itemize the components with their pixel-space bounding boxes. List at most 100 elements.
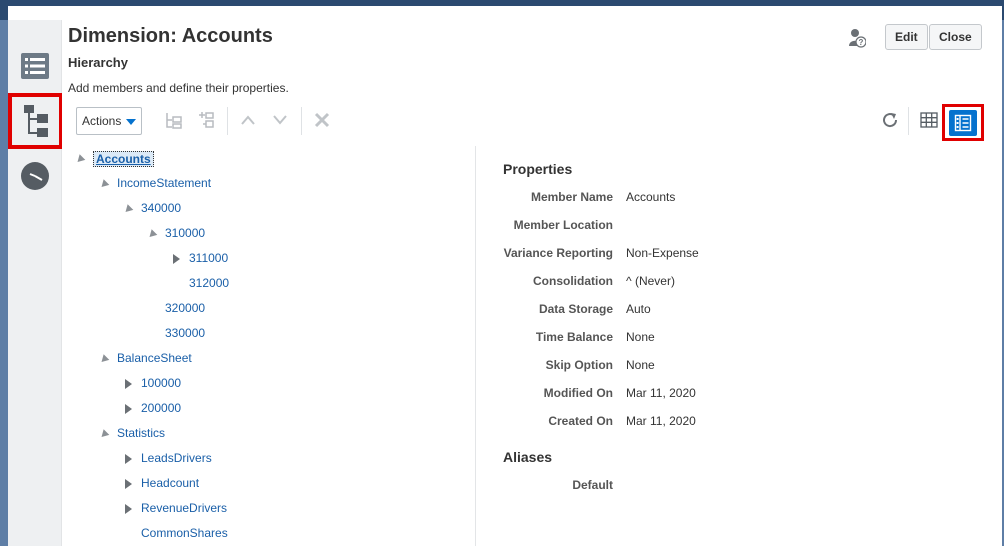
add-child-icon bbox=[166, 113, 182, 129]
tree-node[interactable]: 330000 bbox=[148, 325, 448, 343]
page-description: Add members and define their properties. bbox=[68, 81, 289, 95]
chevron-up-icon bbox=[241, 115, 255, 125]
tree-node[interactable]: 311000 bbox=[172, 250, 472, 268]
hierarchy-toolbar: Actions bbox=[62, 104, 1002, 141]
user-help-button[interactable]: ? bbox=[848, 28, 867, 48]
property-value: Mar 11, 2020 bbox=[626, 386, 696, 400]
expanded-triangle-icon[interactable] bbox=[98, 429, 110, 440]
aliases-heading: Aliases bbox=[503, 449, 553, 465]
tree-node-label[interactable]: 320000 bbox=[165, 301, 205, 315]
tree-node-label[interactable]: 340000 bbox=[141, 201, 181, 215]
panel-divider bbox=[475, 146, 476, 546]
tree-node[interactable]: 310000 bbox=[146, 225, 448, 243]
grid-icon bbox=[920, 112, 938, 128]
properties-heading: Properties bbox=[503, 161, 573, 177]
property-label: Member Name bbox=[530, 190, 613, 204]
move-up-button[interactable] bbox=[237, 109, 259, 131]
delete-x-icon bbox=[314, 112, 330, 128]
add-sibling-icon bbox=[199, 112, 214, 128]
svg-text:?: ? bbox=[859, 38, 864, 47]
tree-node-label[interactable]: LeadsDrivers bbox=[141, 451, 212, 465]
property-label: Member Location bbox=[513, 218, 613, 232]
property-value: ^ (Never) bbox=[626, 274, 675, 288]
tree-node[interactable]: 200000 bbox=[124, 400, 424, 418]
edit-button[interactable]: Edit bbox=[885, 24, 928, 50]
refresh-button[interactable] bbox=[879, 109, 901, 131]
property-label: Modified On bbox=[543, 386, 613, 400]
tree-node[interactable]: 340000 bbox=[122, 200, 424, 218]
toolbar-divider bbox=[301, 107, 302, 135]
delete-member-button[interactable] bbox=[311, 109, 333, 131]
property-label: Default bbox=[572, 478, 613, 492]
section-subtitle: Hierarchy bbox=[68, 55, 128, 70]
property-value: Auto bbox=[626, 302, 651, 316]
collapsed-triangle-icon[interactable] bbox=[125, 379, 132, 389]
tree-node-label[interactable]: IncomeStatement bbox=[117, 176, 211, 190]
tree-node-label[interactable]: CommonShares bbox=[141, 526, 228, 540]
hierarchy-tree: Accounts IncomeStatement 340000 310000 31100… bbox=[62, 146, 475, 546]
tree-node[interactable]: 100000 bbox=[124, 375, 424, 393]
expanded-triangle-icon[interactable] bbox=[74, 154, 86, 165]
property-label: Data Storage bbox=[538, 302, 613, 316]
tree-node-label[interactable]: 310000 bbox=[165, 226, 205, 240]
tree-node[interactable]: RevenueDrivers bbox=[124, 500, 424, 518]
tree-node[interactable]: IncomeStatement bbox=[98, 175, 400, 193]
tree-node-label[interactable]: 100000 bbox=[141, 376, 181, 390]
properties-view-button[interactable] bbox=[942, 104, 984, 141]
tree-node-label[interactable]: 330000 bbox=[165, 326, 205, 340]
grid-view-button[interactable] bbox=[918, 109, 940, 131]
property-label: Skip Option bbox=[545, 358, 613, 372]
chevron-down-icon bbox=[273, 115, 287, 125]
properties-panel-icon bbox=[954, 114, 972, 131]
property-value: None bbox=[626, 358, 655, 372]
collapsed-triangle-icon[interactable] bbox=[173, 254, 180, 264]
property-value: Mar 11, 2020 bbox=[626, 414, 696, 428]
move-down-button[interactable] bbox=[269, 109, 291, 131]
tree-node[interactable]: CommonShares bbox=[124, 525, 424, 543]
tree-node-label[interactable]: 200000 bbox=[141, 401, 181, 415]
property-label: Consolidation bbox=[533, 274, 613, 288]
refresh-icon bbox=[883, 113, 898, 128]
tree-node[interactable]: 320000 bbox=[148, 300, 448, 318]
page-title: Dimension: Accounts bbox=[68, 25, 273, 47]
property-label: Created On bbox=[548, 414, 613, 428]
toolbar-divider bbox=[227, 107, 228, 135]
tree-node[interactable]: BalanceSheet bbox=[98, 350, 400, 368]
tree-node-label[interactable]: 311000 bbox=[189, 251, 228, 265]
list-icon bbox=[21, 53, 49, 79]
collapsed-triangle-icon[interactable] bbox=[125, 454, 132, 464]
rail-history-button[interactable] bbox=[8, 154, 62, 198]
actions-menu-button[interactable]: Actions bbox=[76, 107, 142, 135]
actions-label: Actions bbox=[82, 114, 122, 128]
tree-node[interactable]: Accounts bbox=[74, 150, 376, 168]
property-value: Accounts bbox=[626, 190, 676, 204]
tree-node[interactable]: Headcount bbox=[124, 475, 424, 493]
hierarchy-icon bbox=[23, 105, 48, 137]
tree-node-label[interactable]: Headcount bbox=[141, 476, 199, 490]
rail-hierarchy-button[interactable] bbox=[8, 93, 63, 149]
tree-node[interactable]: LeadsDrivers bbox=[124, 450, 424, 468]
close-button[interactable]: Close bbox=[929, 24, 982, 50]
property-label: Time Balance bbox=[535, 330, 613, 344]
tree-node-label[interactable]: BalanceSheet bbox=[117, 351, 192, 365]
collapsed-triangle-icon[interactable] bbox=[125, 479, 132, 489]
collapsed-triangle-icon[interactable] bbox=[125, 504, 132, 514]
tree-node-label[interactable]: 312000 bbox=[189, 276, 229, 290]
tree-node-label[interactable]: Accounts bbox=[93, 151, 154, 167]
collapsed-triangle-icon[interactable] bbox=[125, 404, 132, 414]
add-child-button[interactable] bbox=[163, 109, 185, 131]
tree-node-label[interactable]: Statistics bbox=[117, 426, 165, 440]
expanded-triangle-icon[interactable] bbox=[98, 179, 110, 190]
rail-list-button[interactable] bbox=[8, 44, 62, 88]
property-value: None bbox=[626, 330, 655, 344]
toolbar-divider bbox=[908, 107, 909, 135]
expanded-triangle-icon[interactable] bbox=[98, 354, 110, 365]
expanded-triangle-icon[interactable] bbox=[146, 229, 158, 240]
add-sibling-button[interactable] bbox=[195, 109, 217, 131]
expanded-triangle-icon[interactable] bbox=[122, 204, 134, 215]
chevron-down-icon bbox=[126, 119, 136, 125]
tree-node[interactable]: 312000 bbox=[172, 275, 472, 293]
property-label: Variance Reporting bbox=[503, 246, 613, 260]
tree-node[interactable]: Statistics bbox=[98, 425, 400, 443]
tree-node-label[interactable]: RevenueDrivers bbox=[141, 501, 227, 515]
